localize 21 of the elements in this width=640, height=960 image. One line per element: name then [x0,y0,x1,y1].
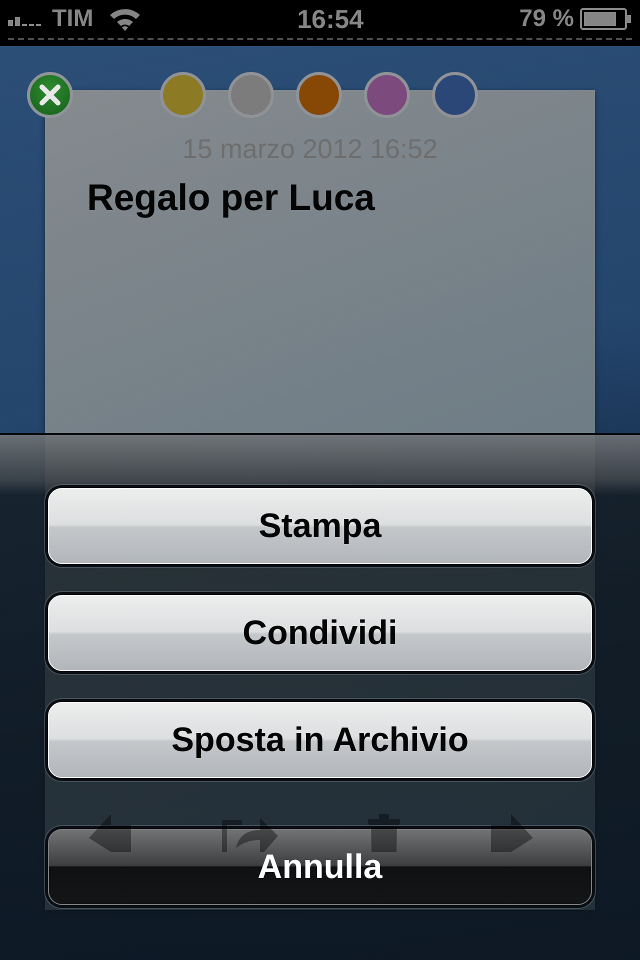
action-button[interactable]: Stampa [48,488,592,564]
battery-percent: 79 % [519,5,574,33]
action-button[interactable]: Sposta in Archivio [48,702,592,778]
close-button[interactable] [27,72,73,118]
action-button[interactable]: Condividi [48,595,592,671]
color-swatch[interactable] [228,72,274,118]
carrier-name: TIM [52,5,94,33]
color-swatch[interactable] [160,72,206,118]
color-swatch[interactable] [364,72,410,118]
battery-icon [580,8,632,30]
clock-time: 16:54 [296,4,365,34]
color-swatch[interactable] [296,72,342,118]
close-icon [39,84,61,106]
color-swatch[interactable] [432,72,478,118]
wifi-icon [109,7,142,31]
left-arrow-icon[interactable] [89,814,131,852]
share-icon[interactable] [222,816,278,852]
cancel-button[interactable]: Annulla [48,829,592,905]
trash-icon[interactable] [368,814,400,852]
note-title: Regalo per Luca [87,177,376,219]
right-arrow-icon[interactable] [490,814,533,852]
